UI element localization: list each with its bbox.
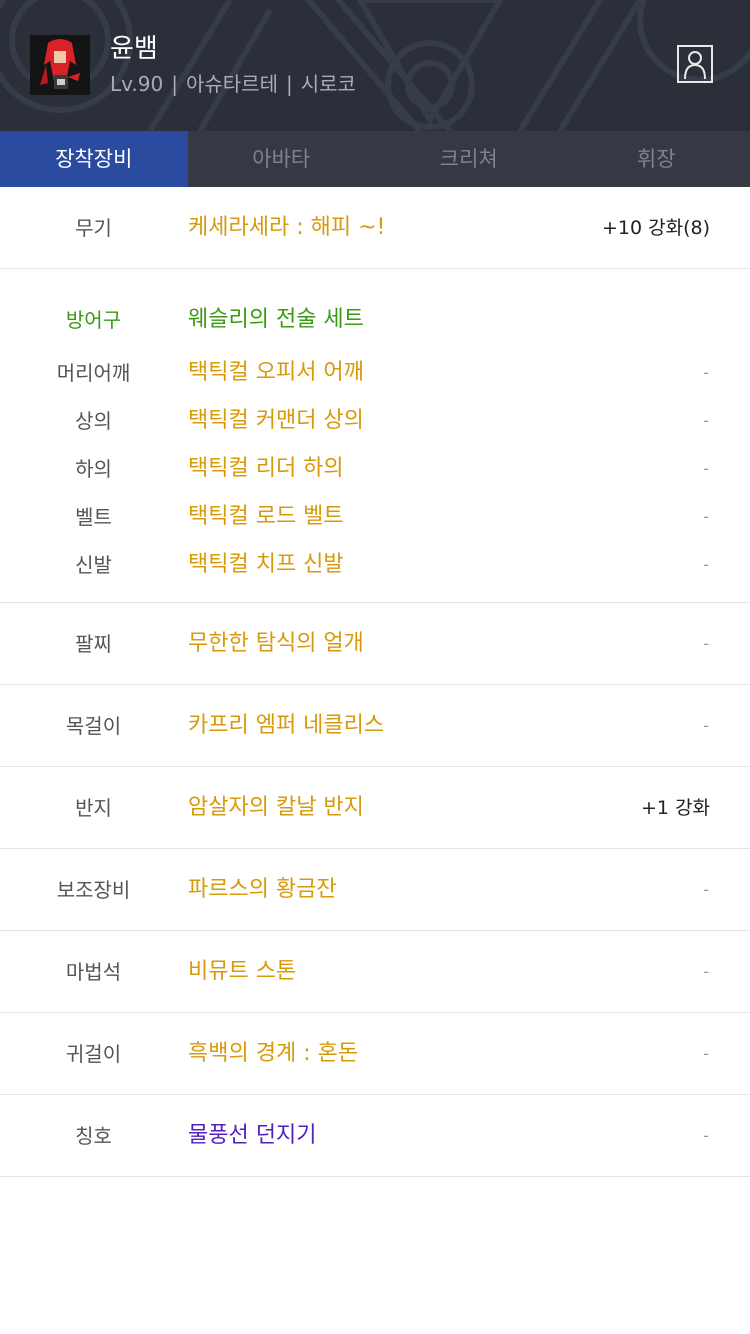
equipment-row-shoulder[interactable]: 머리어깨 택틱컬 오피서 어깨 - [0, 349, 750, 397]
enhance-value: - [703, 1044, 709, 1063]
character-name: 윤뱀 [110, 34, 158, 64]
bracelet-section: 팔찌 무한한 탐식의 얼개 - [0, 603, 750, 685]
character-avatar[interactable] [30, 35, 90, 95]
equipment-page: 윤뱀 Lv.90 | 아슈타르테 | 시로코 장착장비 아바타 크리쳐 휘장 무기 케세… [0, 0, 750, 1334]
enhance-value: +10 강화(8) [601, 217, 710, 239]
tab-avatar[interactable]: 아바타 [188, 131, 376, 187]
enhance-value: - [703, 459, 709, 478]
item-name[interactable]: 택틱컬 치프 신발 [188, 550, 344, 580]
armor-set-row[interactable]: 방어구 웨슬리의 전술 세트 [0, 291, 750, 349]
slot-label: 목걸이 [65, 714, 122, 738]
enhance-value: - [703, 507, 709, 526]
slot-label: 마법석 [65, 960, 122, 984]
tab-creature[interactable]: 크리쳐 [375, 131, 563, 187]
slot-label: 팔찌 [75, 632, 112, 656]
character-guild: 시로코 [300, 72, 356, 96]
equipment-row-bottom[interactable]: 하의 택틱컬 리더 하의 - [0, 445, 750, 493]
item-name[interactable]: 물풍선 던지기 [188, 1121, 316, 1151]
enhance-value: - [703, 1126, 709, 1145]
slot-label: 벨트 [75, 505, 112, 529]
earring-section: 귀걸이 흑백의 경계 : 혼돈 - [0, 1013, 750, 1095]
set-label: 방어구 [65, 308, 122, 332]
tab-insignia[interactable]: 휘장 [563, 131, 750, 187]
equipment-row-bracelet[interactable]: 팔찌 무한한 탐식의 얼개 - [0, 603, 750, 685]
character-info: Lv.90 | 아슈타르테 | 시로코 [110, 70, 356, 98]
enhance-value: +1 강화 [640, 797, 710, 819]
item-name[interactable]: 카프리 엠퍼 네클리스 [188, 711, 384, 741]
sub-equipment-section: 보조장비 파르스의 황금잔 - [0, 849, 750, 931]
equipment-row-ring[interactable]: 반지 암살자의 칼날 반지 +1 강화 [0, 767, 750, 849]
slot-label: 신발 [75, 553, 112, 577]
set-name[interactable]: 웨슬리의 전술 세트 [188, 305, 364, 335]
item-name[interactable]: 파르스의 황금잔 [188, 875, 337, 905]
item-name[interactable]: 비뮤트 스톤 [188, 957, 296, 987]
enhance-value: - [703, 880, 709, 899]
magic-stone-section: 마법석 비뮤트 스톤 - [0, 931, 750, 1013]
equipment-row-sub[interactable]: 보조장비 파르스의 황금잔 - [0, 849, 750, 931]
character-job: 아슈타르테 [185, 72, 278, 96]
info-separator: | [285, 72, 293, 96]
slot-label: 반지 [75, 796, 112, 820]
equipment-row-magic-stone[interactable]: 마법석 비뮤트 스톤 - [0, 931, 750, 1013]
necklace-section: 목걸이 카프리 엠퍼 네클리스 - [0, 685, 750, 767]
enhance-value: - [703, 363, 709, 382]
character-header: 윤뱀 Lv.90 | 아슈타르테 | 시로코 [0, 0, 750, 131]
equipment-row-belt[interactable]: 벨트 택틱컬 로드 벨트 - [0, 493, 750, 541]
slot-label: 무기 [75, 216, 112, 240]
enhance-value: - [703, 555, 709, 574]
enhance-value: - [703, 634, 709, 653]
armor-section: 방어구 웨슬리의 전술 세트 머리어깨 택틱컬 오피서 어깨 - 상의 택틱컬 … [0, 269, 750, 603]
item-name[interactable]: 택틱컬 커맨더 상의 [188, 406, 364, 436]
slot-label: 머리어깨 [56, 361, 131, 385]
equipment-row-earring[interactable]: 귀걸이 흑백의 경계 : 혼돈 - [0, 1013, 750, 1095]
character-portrait-icon [30, 35, 90, 95]
slot-label: 하의 [75, 457, 112, 481]
equipment-tabs: 장착장비 아바타 크리쳐 휘장 [0, 131, 750, 187]
character-level: Lv.90 [110, 72, 164, 96]
enhance-value: - [703, 411, 709, 430]
equipment-list: 무기 케세라세라 : 해피 ~! +10 강화(8) 방어구 웨슬리의 전술 세… [0, 187, 750, 1177]
equipment-row-top[interactable]: 상의 택틱컬 커맨더 상의 - [0, 397, 750, 445]
weapon-section: 무기 케세라세라 : 해피 ~! +10 강화(8) [0, 187, 750, 269]
slot-label: 보조장비 [56, 878, 131, 902]
equipment-row-necklace[interactable]: 목걸이 카프리 엠퍼 네클리스 - [0, 685, 750, 767]
equipment-row-weapon[interactable]: 무기 케세라세라 : 해피 ~! +10 강화(8) [0, 187, 750, 269]
item-name[interactable]: 흑백의 경계 : 혼돈 [188, 1039, 358, 1069]
item-name[interactable]: 택틱컬 리더 하의 [188, 454, 344, 484]
title-section: 칭호 물풍선 던지기 - [0, 1095, 750, 1177]
item-name[interactable]: 케세라세라 : 해피 ~! [188, 213, 385, 243]
profile-button[interactable] [677, 45, 713, 83]
tab-equipment[interactable]: 장착장비 [0, 131, 188, 187]
ring-section: 반지 암살자의 칼날 반지 +1 강화 [0, 767, 750, 849]
equipment-row-shoes[interactable]: 신발 택틱컬 치프 신발 - [0, 541, 750, 589]
enhance-value: - [703, 962, 709, 981]
person-icon [684, 51, 706, 80]
item-name[interactable]: 무한한 탐식의 얼개 [188, 629, 364, 659]
enhance-value: - [703, 716, 709, 735]
info-separator: | [171, 72, 178, 96]
equipment-row-title[interactable]: 칭호 물풍선 던지기 - [0, 1095, 750, 1177]
slot-label: 칭호 [75, 1124, 112, 1148]
slot-label: 상의 [75, 409, 112, 433]
item-name[interactable]: 택틱컬 로드 벨트 [188, 502, 344, 532]
slot-label: 귀걸이 [65, 1042, 122, 1066]
item-name[interactable]: 택틱컬 오피서 어깨 [188, 358, 364, 388]
item-name[interactable]: 암살자의 칼날 반지 [188, 793, 364, 823]
